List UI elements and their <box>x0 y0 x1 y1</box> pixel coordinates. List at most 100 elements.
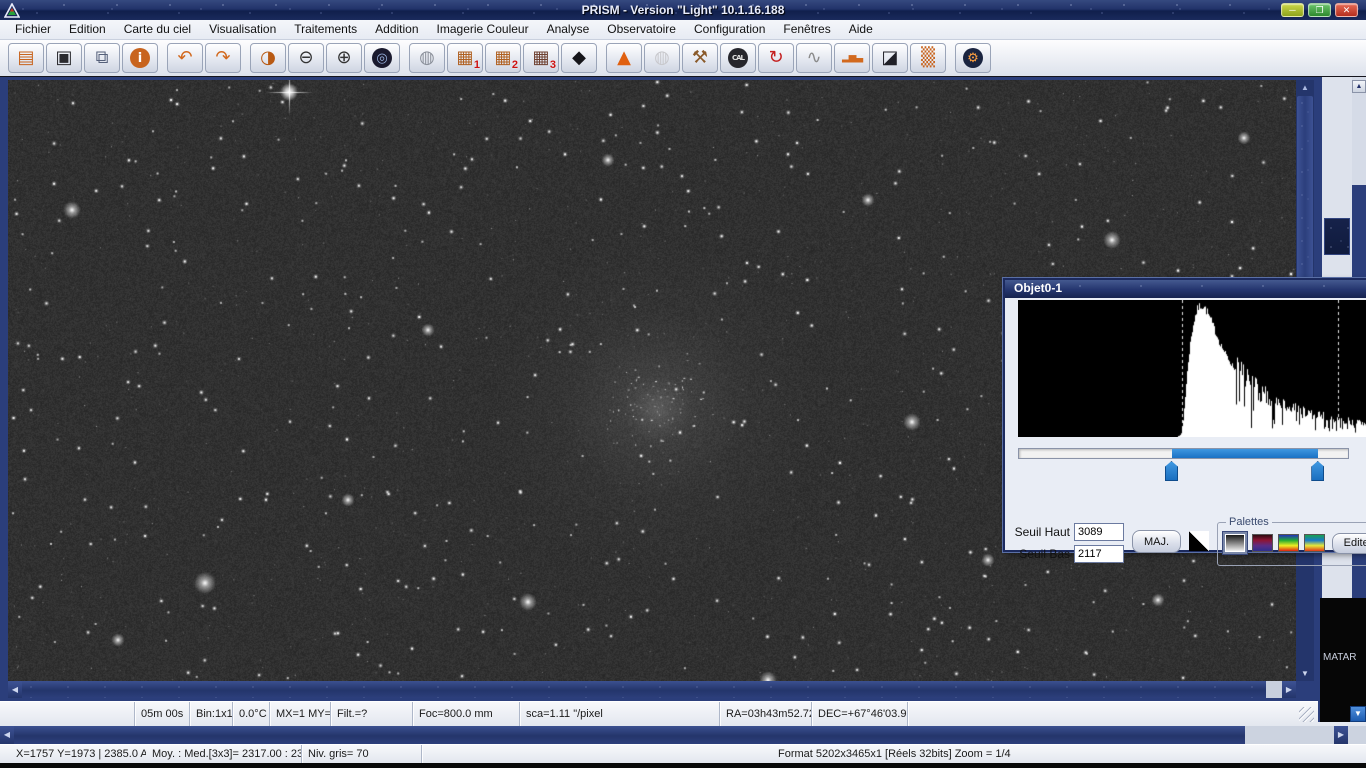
zoom-out-icon[interactable]: ⊖ <box>288 43 324 73</box>
camera-3-icon-badge: 3 <box>550 59 556 71</box>
dome-wheel-icon[interactable]: ◍ <box>409 43 445 73</box>
rotate-image-icon[interactable]: ↻ <box>758 43 794 73</box>
background-scroll-up-icon[interactable]: ▲ <box>1352 80 1366 93</box>
star-sphere-icon[interactable]: ◍ <box>644 43 680 73</box>
info-icon-glyph: i <box>130 48 150 68</box>
seuil-bas-label: Seuil Bas <box>1010 547 1074 561</box>
title-bar: PRISM - Version "Light" 10.1.16.188 ─ ❐ ✕ <box>0 0 1366 20</box>
resize-grip[interactable] <box>1299 707 1314 722</box>
focus-cone-icon-glyph: ▲ <box>617 49 631 67</box>
restore-button[interactable]: ❐ <box>1308 3 1331 17</box>
guider-camera-icon[interactable]: ◆ <box>561 43 597 73</box>
zoom-in-icon[interactable]: ⊕ <box>326 43 362 73</box>
threshold-slider-track[interactable] <box>1018 448 1349 459</box>
tools-wrench-icon[interactable]: ⚒ <box>682 43 718 73</box>
cursor-triangle-icon[interactable] <box>1189 531 1209 551</box>
calibration-icon[interactable]: CAL <box>720 43 756 73</box>
save-image-icon[interactable]: ▣ <box>46 43 82 73</box>
threshold-histogram-icon[interactable]: ▒ <box>910 43 946 73</box>
menu-item-edition[interactable]: Edition <box>60 20 115 39</box>
scroll-up-icon[interactable]: ▲ <box>1298 81 1312 94</box>
menu-item-addition[interactable]: Addition <box>366 20 427 39</box>
dome-wheel-icon-glyph: ◍ <box>419 49 435 67</box>
info-icon[interactable]: i <box>122 43 158 73</box>
palette-grayscale-swatch[interactable] <box>1223 532 1247 554</box>
transfer-curve-icon[interactable]: ∿ <box>796 43 832 73</box>
visual-thresholds-icon[interactable]: ◑ <box>250 43 286 73</box>
save-image-icon-glyph: ▣ <box>55 49 72 67</box>
full-preview-icon[interactable]: ◎ <box>364 43 400 73</box>
dialog-title-bar[interactable]: Objet0-1 <box>1005 280 1366 298</box>
background-scroll-down-icon[interactable]: ▼ <box>1350 706 1366 722</box>
status-cell-niv-gris-70: Niv. gris= 70 <box>302 745 422 763</box>
camera-1-icon-badge: 1 <box>474 59 480 71</box>
open-image-icon[interactable]: ▤ <box>8 43 44 73</box>
camera-2-icon[interactable]: ▦2 <box>485 43 521 73</box>
workspace-scroll-right-icon[interactable]: ▶ <box>1334 726 1348 744</box>
window-title: PRISM - Version "Light" 10.1.16.188 <box>0 3 1366 17</box>
window-controls: ─ ❐ ✕ <box>1281 3 1358 17</box>
workspace-scroll-thumb[interactable] <box>14 726 1245 744</box>
low-threshold-handle[interactable] <box>1165 461 1178 481</box>
workspace-scroll-left-icon[interactable]: ◀ <box>0 726 14 744</box>
threshold-slider-range[interactable] <box>1172 449 1318 458</box>
close-button[interactable]: ✕ <box>1335 3 1358 17</box>
palette-red-purple-swatch[interactable] <box>1252 534 1273 552</box>
status-cell-dec-67-46-03-90-: DEC=+67°46'03.90'' <box>812 702 908 726</box>
settings-gears-icon[interactable]: ⚙ <box>955 43 991 73</box>
transfer-curve-icon-glyph: ∿ <box>806 49 821 67</box>
focus-cone-icon[interactable]: ▲ <box>606 43 642 73</box>
palette-row: Editer <box>1223 532 1366 554</box>
undo-icon[interactable]: ↶ <box>167 43 203 73</box>
palette-spectrum-swatch[interactable] <box>1304 534 1325 552</box>
invert-image-icon-glyph: ◪ <box>881 49 898 67</box>
palette-rainbow-swatch[interactable] <box>1278 534 1299 552</box>
menu-item-configuration[interactable]: Configuration <box>685 20 774 39</box>
menu-item-fichier[interactable]: Fichier <box>6 20 60 39</box>
prism-application: { "window": { "title": "PRISM - Version … <box>0 0 1366 768</box>
menu-item-visualisation[interactable]: Visualisation <box>200 20 285 39</box>
invert-image-icon[interactable]: ◪ <box>872 43 908 73</box>
menubar: FichierEditionCarte du cielVisualisation… <box>0 20 1366 40</box>
histogram-bars-icon[interactable]: ▂▅▃ <box>834 43 870 73</box>
scroll-down-icon[interactable]: ▼ <box>1298 667 1312 680</box>
scroll-left-icon[interactable]: ◀ <box>8 681 22 698</box>
seuil-haut-input[interactable] <box>1074 523 1124 541</box>
minimize-button[interactable]: ─ <box>1281 3 1304 17</box>
zoom-in-icon-glyph: ⊕ <box>336 49 351 67</box>
menu-item-analyse[interactable]: Analyse <box>538 20 599 39</box>
seuil-haut-label: Seuil Haut <box>1010 525 1074 539</box>
menu-item-fenetres[interactable]: Fenêtres <box>774 20 839 39</box>
camera-1-icon[interactable]: ▦1 <box>447 43 483 73</box>
menu-item-observatoire[interactable]: Observatoire <box>598 20 685 39</box>
image-operations-icon[interactable]: ⧉ <box>84 43 120 73</box>
background-window-content[interactable]: MATAR <box>1320 598 1366 722</box>
seuil-bas-input[interactable] <box>1074 545 1124 563</box>
menu-item-imagerie-couleur[interactable]: Imagerie Couleur <box>428 20 538 39</box>
palettes-label: Palettes <box>1226 516 1272 528</box>
maj-button[interactable]: MAJ. <box>1132 530 1181 553</box>
histogram-dialog: Objet0-1 Seuil Haut Seuil Bas MAJ. Palet… <box>1003 278 1366 552</box>
histogram-canvas[interactable] <box>1018 300 1366 437</box>
menu-item-carte-du-ciel[interactable]: Carte du ciel <box>115 20 200 39</box>
horizontal-scroll-thumb[interactable] <box>22 681 1266 698</box>
high-threshold-handle[interactable] <box>1311 461 1324 481</box>
status-cell-mx-1-my-1: MX=1 MY=1 <box>270 702 331 726</box>
workspace-scrollbar[interactable]: ◀ ▶ <box>0 726 1366 744</box>
threshold-histogram-icon-glyph: ▒ <box>921 49 935 67</box>
redo-icon[interactable]: ↷ <box>205 43 241 73</box>
menu-item-aide[interactable]: Aide <box>840 20 882 39</box>
status-cell-blank-3 <box>422 745 772 763</box>
pixel-status-bar: X=1757 Y=1973 | 2385.0 ADUMoy. : Med.[3x… <box>0 744 1366 763</box>
histogram-plot <box>1018 300 1366 437</box>
full-preview-icon-glyph: ◎ <box>372 48 392 68</box>
menu-item-traitements[interactable]: Traitements <box>285 20 366 39</box>
scroll-right-icon[interactable]: ▶ <box>1282 681 1296 698</box>
settings-gears-icon-glyph: ⚙ <box>963 48 983 68</box>
horizontal-scrollbar[interactable]: ◀ ▶ <box>8 681 1296 698</box>
status-cell-format-5202x3465x1-reels: Format 5202x3465x1 [Réels 32bits] Zoom =… <box>772 745 1366 763</box>
editer-button[interactable]: Editer <box>1332 533 1366 554</box>
dialog-body: Seuil Haut Seuil Bas MAJ. Palettes Edite… <box>1005 298 1366 552</box>
camera-3-icon[interactable]: ▦3 <box>523 43 559 73</box>
background-scroll-thumb[interactable] <box>1324 218 1350 255</box>
